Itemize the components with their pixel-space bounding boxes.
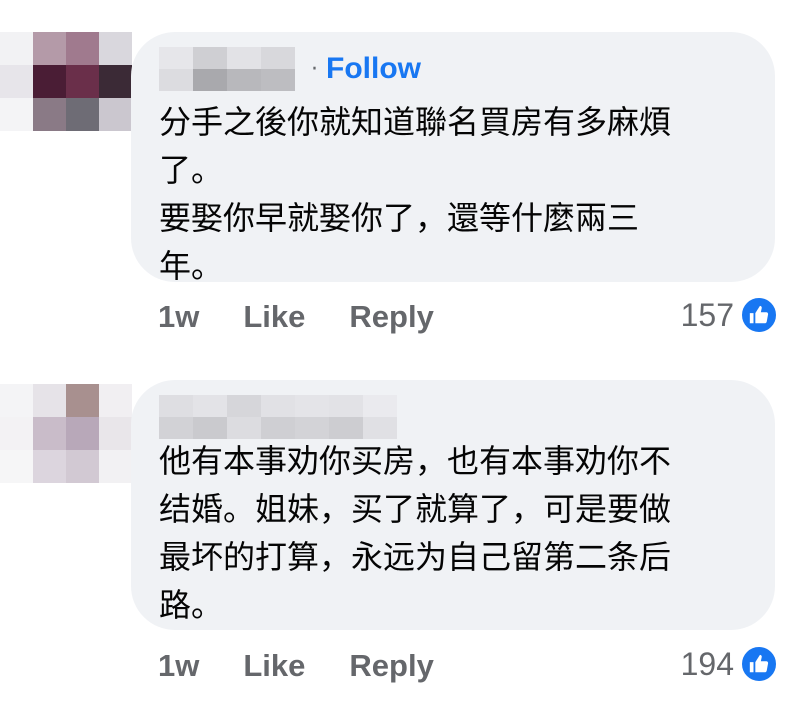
comment-actions: 1w Like Reply [158,646,478,686]
avatar[interactable] [0,384,132,483]
author-row [159,392,397,442]
comment-text-line: 路。 [159,586,224,624]
comment-text-line: 了。 [159,151,224,189]
reaction-summary[interactable]: 194 [681,644,778,684]
comment-bubble: 他有本事劝你买房，也有本事劝你不 结婚。姐妹，买了就算了，可是要做 最坏的打算，… [131,380,775,630]
author-row: · Follow [159,44,421,94]
avatar[interactable] [0,32,132,131]
comment-actions: 1w Like Reply [158,297,478,337]
comment-text: 分手之後你就知道聯名買房有多麻煩 了。 要娶你早就娶你了，還等什麼兩三 年。 [159,98,745,290]
reaction-summary[interactable]: 157 [681,295,778,335]
timestamp[interactable]: 1w [158,648,199,684]
comment-text-line: 他有本事劝你买房，也有本事劝你不 [159,442,672,480]
thumbs-up-icon [740,296,778,334]
reply-button[interactable]: Reply [349,299,433,335]
reaction-count: 157 [680,296,734,333]
comment-bubble: · Follow 分手之後你就知道聯名買房有多麻煩 了。 要娶你早就娶你了，還等… [131,32,775,285]
separator-dot: · [311,56,318,82]
comment-text-line: 最坏的打算，永远为自己留第二条后 [159,538,672,576]
author-name-censored[interactable] [159,47,295,91]
reply-button[interactable]: Reply [349,648,433,684]
follow-button[interactable]: Follow [326,52,421,86]
comment-text-line: 要娶你早就娶你了，還等什麼兩三 [159,199,640,237]
comment-text-line: 分手之後你就知道聯名買房有多麻煩 [159,103,672,141]
like-button[interactable]: Like [243,299,305,335]
comment-text-line: 结婚。姐妹，买了就算了，可是要做 [159,490,672,528]
comment-text: 他有本事劝你买房，也有本事劝你不 结婚。姐妹，买了就算了，可是要做 最坏的打算，… [159,437,745,629]
author-name-censored[interactable] [159,395,397,439]
comment-text-line: 年。 [159,247,224,285]
thumbs-up-icon [740,645,778,683]
reaction-count: 194 [680,645,734,682]
timestamp[interactable]: 1w [158,299,199,335]
like-button[interactable]: Like [243,648,305,684]
